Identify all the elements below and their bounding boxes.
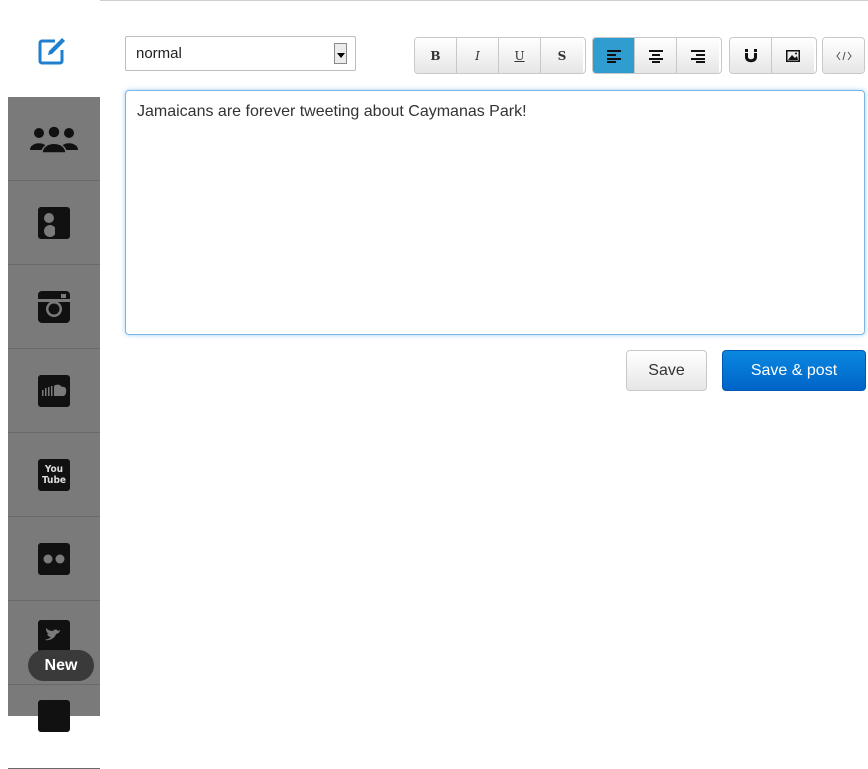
google-plus-icon (38, 206, 70, 239)
insert-image-button[interactable] (772, 38, 814, 73)
youtube-icon: You Tube (38, 458, 70, 491)
magnet-button[interactable] (730, 38, 772, 73)
sidebar-item-soundcloud[interactable] (8, 349, 100, 433)
dropdown-arrow-icon[interactable] (334, 43, 347, 64)
align-left-button[interactable] (593, 38, 635, 73)
save-button[interactable]: Save (626, 350, 707, 391)
underline-button[interactable]: U (499, 38, 541, 73)
sidebar-item-groups[interactable] (8, 97, 100, 181)
align-center-icon (648, 49, 663, 63)
instagram-icon (38, 290, 70, 323)
strikethrough-button[interactable]: S (541, 38, 583, 73)
code-icon (835, 51, 852, 60)
soundcloud-icon (38, 374, 70, 407)
paragraph-style-select[interactable]: normal (125, 36, 356, 71)
magnet-icon (744, 48, 757, 62)
save-and-post-button[interactable]: Save & post (722, 350, 866, 391)
align-left-icon (606, 49, 621, 63)
align-right-button[interactable] (677, 38, 719, 73)
youtube-label-top: You (44, 463, 64, 475)
paragraph-style-value: normal (136, 45, 182, 62)
social-network-list: You Tube (8, 97, 100, 769)
sidebar-item-instagram[interactable] (8, 265, 100, 349)
html-source-button[interactable] (823, 38, 864, 73)
image-icon (786, 49, 800, 62)
compose-tab[interactable] (0, 1, 100, 97)
insert-group (729, 37, 817, 74)
align-center-button[interactable] (635, 38, 677, 73)
editor-content: Jamaicans are forever tweeting about Cay… (137, 103, 527, 120)
post-editor[interactable]: Jamaicans are forever tweeting about Cay… (125, 90, 865, 335)
new-badge: New (28, 650, 94, 681)
sidebar-item-google-plus[interactable] (8, 181, 100, 265)
group-icon (30, 124, 78, 154)
edit-icon (38, 37, 66, 65)
twitter-icon (38, 619, 70, 652)
italic-button[interactable]: I (457, 38, 499, 73)
source-group (822, 37, 865, 74)
sidebar-item-flickr[interactable] (8, 517, 100, 601)
sidebar-item-more[interactable] (8, 685, 100, 769)
sidebar: You Tube New (0, 0, 100, 769)
flickr-icon (38, 542, 70, 575)
bold-button[interactable]: B (415, 38, 457, 73)
top-border (0, 0, 868, 1)
sidebar-item-youtube[interactable]: You Tube (8, 433, 100, 517)
youtube-label-bottom: Tube (42, 474, 66, 486)
text-format-group: B I U S (414, 37, 586, 74)
align-right-icon (691, 49, 705, 63)
alignment-group (592, 37, 722, 74)
